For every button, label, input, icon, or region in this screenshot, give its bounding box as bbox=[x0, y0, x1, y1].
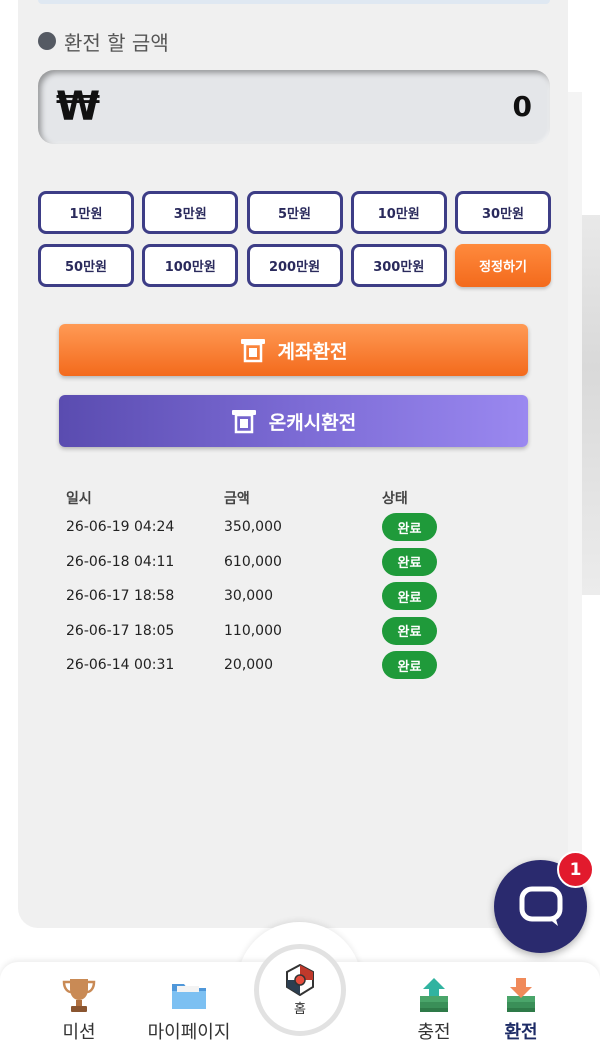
nav-mypage-label: 마이페이지 bbox=[147, 1022, 231, 1043]
withdraw-history-table: 일시 금액 상태 26-06-19 04:24 350,000 완료 26-06… bbox=[66, 486, 466, 683]
nav-mypage[interactable]: 마이페이지 bbox=[134, 962, 244, 1056]
nav-home-label: 홈 bbox=[294, 1001, 306, 1017]
amount-chip-2000000[interactable]: 200만원 bbox=[246, 244, 343, 287]
header-date: 일시 bbox=[66, 491, 92, 507]
table-row: 26-06-14 00:31 20,000 완료 bbox=[66, 648, 466, 683]
nav-withdraw-label: 환전 bbox=[504, 1022, 538, 1043]
money-upload-icon bbox=[420, 978, 448, 1012]
row-amount: 350,000 bbox=[224, 519, 282, 536]
table-row: 26-06-17 18:58 30,000 완료 bbox=[66, 579, 466, 614]
atm-icon bbox=[240, 339, 265, 363]
status-badge: 완료 bbox=[382, 582, 437, 611]
row-amount: 30,000 bbox=[224, 588, 273, 605]
nav-home[interactable]: 홈 bbox=[254, 944, 346, 1036]
oncash-withdraw-label: 온캐시환전 bbox=[268, 411, 357, 434]
table-header: 일시 금액 상태 bbox=[66, 486, 466, 510]
section-title: 환전 할 금액 bbox=[38, 28, 169, 55]
nav-charge-label: 충전 bbox=[417, 1022, 451, 1043]
header-status: 상태 bbox=[382, 491, 408, 507]
table-row: 26-06-19 04:24 350,000 완료 bbox=[66, 510, 466, 545]
reset-button[interactable]: 정정하기 bbox=[455, 244, 551, 287]
table-row: 26-06-17 18:05 110,000 완료 bbox=[66, 614, 466, 649]
money-download-icon bbox=[507, 978, 535, 1012]
nav-mission-label: 미션 bbox=[62, 1022, 96, 1043]
row-date: 26-06-18 04:11 bbox=[66, 553, 175, 570]
trophy-icon bbox=[62, 979, 96, 1012]
chat-bubble-icon bbox=[519, 886, 562, 926]
account-withdraw-label: 계좌환전 bbox=[277, 340, 348, 363]
table-row: 26-06-18 04:11 610,000 완료 bbox=[66, 545, 466, 580]
folder-icon bbox=[172, 984, 206, 1009]
amount-chip-10000[interactable]: 1만원 bbox=[38, 191, 134, 234]
row-date: 26-06-19 04:24 bbox=[66, 519, 175, 536]
status-badge: 완료 bbox=[382, 616, 437, 645]
nav-mission[interactable]: 미션 bbox=[24, 962, 134, 1056]
top-info-bar bbox=[38, 0, 550, 4]
row-date: 26-06-17 18:58 bbox=[66, 588, 175, 605]
amount-chip-1000000[interactable]: 100만원 bbox=[142, 244, 239, 287]
quick-amount-grid: 1만원 3만원 5만원 10만원 30만원 50만원 100만원 200만원 3… bbox=[38, 191, 551, 287]
amount-input[interactable]: ₩ 0 bbox=[38, 70, 550, 144]
amount-chip-30000[interactable]: 3만원 bbox=[142, 191, 239, 234]
row-date: 26-06-14 00:31 bbox=[66, 657, 175, 674]
oncash-withdraw-button[interactable]: 온캐시환전 bbox=[59, 395, 528, 447]
row-date: 26-06-17 18:05 bbox=[66, 622, 175, 639]
amount-chip-3000000[interactable]: 300만원 bbox=[350, 244, 447, 287]
row-amount: 110,000 bbox=[224, 622, 282, 639]
amount-chip-500000[interactable]: 50만원 bbox=[38, 244, 134, 287]
status-badge: 완료 bbox=[382, 547, 437, 576]
header-amount: 금액 bbox=[224, 491, 250, 507]
status-badge: 완료 bbox=[382, 651, 437, 680]
bullet-dot-icon bbox=[38, 32, 56, 50]
section-title-text: 환전 할 금액 bbox=[64, 30, 169, 55]
row-amount: 20,000 bbox=[224, 657, 273, 674]
status-badge: 완료 bbox=[382, 513, 437, 542]
atm-icon bbox=[231, 410, 256, 434]
amount-chip-100000[interactable]: 10만원 bbox=[350, 191, 447, 234]
row-amount: 610,000 bbox=[224, 553, 282, 570]
amount-chip-50000[interactable]: 5만원 bbox=[246, 191, 343, 234]
chat-notification-badge: 1 bbox=[557, 851, 594, 888]
home-logo-icon bbox=[286, 963, 314, 996]
background-decoration bbox=[582, 215, 600, 595]
amount-value: 0 bbox=[512, 90, 532, 123]
account-withdraw-button[interactable]: 계좌환전 bbox=[59, 324, 528, 376]
currency-symbol: ₩ bbox=[56, 84, 101, 130]
side-strip bbox=[568, 92, 582, 922]
nav-withdraw[interactable]: 환전 bbox=[466, 962, 576, 1056]
amount-chip-300000[interactable]: 30만원 bbox=[455, 191, 551, 234]
